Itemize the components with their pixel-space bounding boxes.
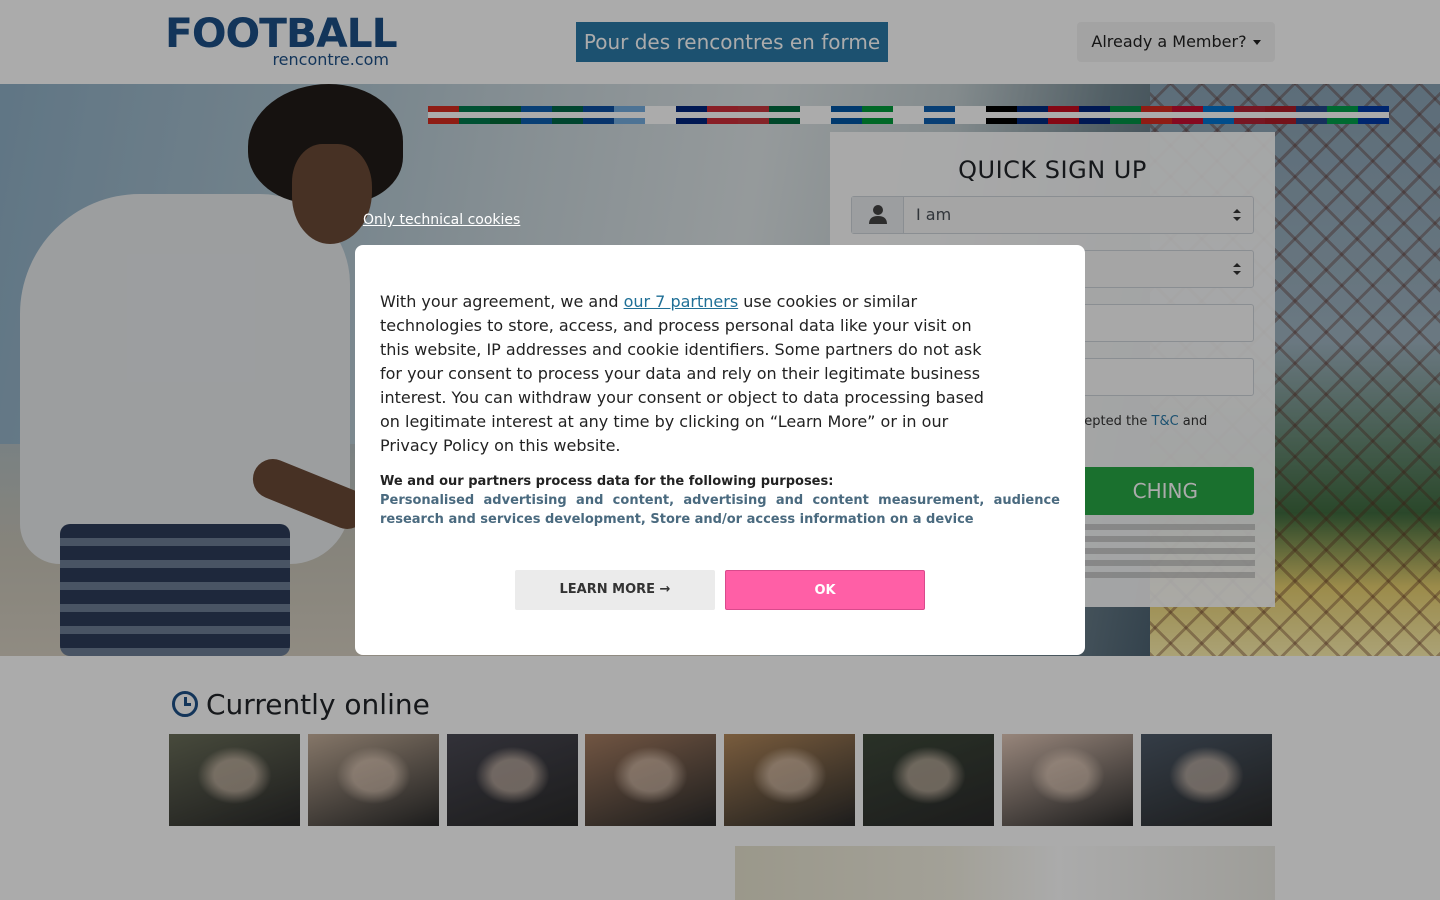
- purposes-list: Personalised advertising and content, ad…: [380, 493, 1060, 527]
- partners-link[interactable]: our 7 partners: [624, 292, 739, 311]
- consent-intro: With your agreement, we and: [380, 292, 624, 311]
- purposes-title: We and our partners process data for the…: [380, 474, 834, 489]
- learn-more-button[interactable]: LEARN MORE →: [515, 570, 715, 610]
- only-technical-cookies-link[interactable]: Only technical cookies: [363, 212, 520, 228]
- accept-ok-button[interactable]: OK: [725, 570, 925, 610]
- cookie-consent-dialog: With your agreement, we and our 7 partne…: [355, 245, 1085, 655]
- consent-details: use cookies or similar technologies to s…: [380, 292, 984, 455]
- consent-description: With your agreement, we and our 7 partne…: [380, 290, 990, 458]
